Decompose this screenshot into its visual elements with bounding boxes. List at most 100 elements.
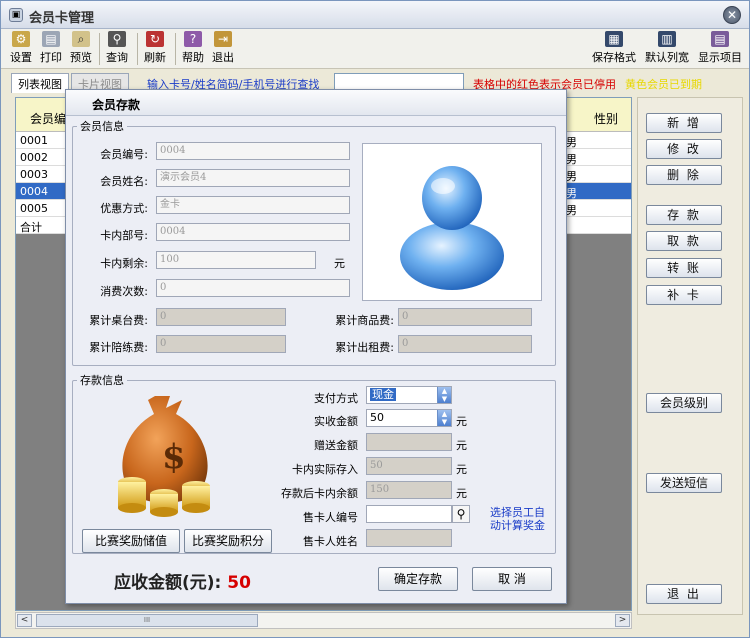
refresh-label: 刷新 — [144, 51, 166, 64]
search-icon[interactable]: ⚲ — [452, 505, 470, 523]
row-id: 0004 — [20, 185, 48, 198]
window-title: 会员卡管理 — [29, 11, 95, 26]
member-name-field: 演示会员4 — [156, 169, 350, 187]
seller-name-field — [366, 529, 452, 547]
balance-field: 100 — [156, 251, 316, 269]
table-fee-field: 0 — [156, 308, 286, 326]
scroll-left-arrow-icon[interactable]: < — [17, 614, 32, 627]
member-photo — [362, 143, 542, 301]
table-fee-label: 累计桌台费: — [89, 314, 148, 327]
total-due-value: 50 — [227, 573, 251, 593]
cancel-button[interactable]: 取 消 — [472, 567, 552, 591]
auto-bonus-hint: 选择员工自动计算奖金 — [490, 506, 545, 532]
column-sex[interactable]: 性别 — [594, 110, 618, 127]
reissue-card-button[interactable]: 补 卡 — [646, 285, 722, 305]
balance-after-field: 150 — [366, 481, 452, 499]
scroll-right-arrow-icon[interactable]: > — [615, 614, 630, 627]
edit-button[interactable]: 修 改 — [646, 139, 722, 159]
legend-expired-text: 黄色会员已到期 — [625, 78, 702, 91]
accompany-fee-field: 0 — [156, 335, 286, 353]
card-code-field: 0004 — [156, 223, 350, 241]
user-avatar-icon — [400, 166, 504, 290]
pay-method-select[interactable]: 现金 ▲ ▼ — [366, 386, 452, 404]
pay-method-value: 现金 — [370, 388, 396, 401]
actual-deposit-field: 50 — [366, 457, 452, 475]
received-amount-input[interactable]: 50 ▲ ▼ — [366, 409, 452, 427]
print-button[interactable]: ▤ 打印 — [37, 31, 65, 67]
settings-label: 设置 — [10, 51, 32, 64]
visits-label: 消费次数: — [100, 285, 148, 298]
dialog-title-bar: 会员存款 — [66, 90, 566, 116]
print-label: 打印 — [40, 51, 62, 64]
balance-after-unit: 元 — [456, 487, 467, 500]
total-due: 应收金额(元): 50 — [114, 568, 251, 593]
settings-button[interactable]: ⚙ 设置 — [7, 31, 35, 67]
accompany-fee-label: 累计陪练费: — [89, 341, 148, 354]
received-value: 50 — [370, 411, 384, 424]
exit-button[interactable]: ⇥ 退出 — [209, 31, 237, 67]
discount-field: 金卡 — [156, 196, 350, 214]
goods-fee-field: 0 — [398, 308, 532, 326]
tab-list-view[interactable]: 列表视图 — [11, 73, 69, 93]
exit-label: 退出 — [212, 51, 234, 64]
delete-button[interactable]: 删 除 — [646, 165, 722, 185]
add-button[interactable]: 新 增 — [646, 113, 722, 133]
member-level-button[interactable]: 会员级别 — [646, 393, 722, 413]
toolbar-separator — [175, 33, 176, 65]
send-sms-button[interactable]: 发送短信 — [646, 473, 722, 493]
save-format-button[interactable]: ▦ 保存格式 — [589, 31, 639, 67]
printer-icon: ▤ — [42, 31, 60, 47]
confirm-deposit-button[interactable]: 确定存款 — [378, 567, 458, 591]
columns-icon: ▤ — [711, 31, 729, 47]
pay-method-label: 支付方式 — [314, 392, 358, 405]
refresh-button[interactable]: ↻ 刷新 — [141, 31, 169, 67]
refresh-icon: ↻ — [146, 31, 164, 47]
gear-icon: ⚙ — [12, 31, 30, 47]
money-bag-icon: $ — [110, 390, 220, 520]
received-unit: 元 — [456, 415, 467, 428]
member-name-label: 会员姓名: — [100, 175, 148, 188]
show-items-button[interactable]: ▤ 显示项目 — [695, 31, 745, 67]
exit-panel-button[interactable]: 退 出 — [646, 584, 722, 604]
row-id: 0001 — [20, 134, 48, 147]
preview-button[interactable]: ⌕ 预览 — [67, 31, 95, 67]
transfer-button[interactable]: 转 账 — [646, 258, 722, 278]
rent-fee-field: 0 — [398, 335, 532, 353]
deposit-button[interactable]: 存 款 — [646, 205, 722, 225]
actual-deposit-unit: 元 — [456, 463, 467, 476]
default-width-label: 默认列宽 — [645, 51, 689, 64]
dialog-title: 会员存款 — [92, 98, 141, 112]
dropdown-arrows-icon[interactable]: ▲ ▼ — [437, 387, 451, 403]
gift-amount-field — [366, 433, 452, 451]
row-sex: 男 — [566, 204, 577, 217]
title-bar: ▣ 会员卡管理 ✕ — [1, 1, 749, 29]
row-sex: 男 — [566, 170, 577, 183]
card-icon: ▣ — [9, 8, 23, 22]
horizontal-scrollbar[interactable]: < III > — [15, 612, 632, 629]
reward-value-button[interactable]: 比赛奖励储值 — [82, 529, 180, 553]
help-book-icon: ? — [184, 31, 202, 47]
withdraw-button[interactable]: 取 款 — [646, 231, 722, 251]
discount-label: 优惠方式: — [100, 202, 148, 215]
stepper-arrows-icon[interactable]: ▲ ▼ — [437, 410, 451, 426]
close-button[interactable]: ✕ — [723, 6, 741, 24]
help-button[interactable]: ? 帮助 — [179, 31, 207, 67]
default-width-button[interactable]: ▥ 默认列宽 — [642, 31, 692, 67]
balance-label: 卡内剩余: — [100, 257, 148, 270]
balance-after-label: 存款后卡内余额 — [281, 487, 358, 500]
seller-name-label: 售卡人姓名 — [303, 535, 358, 548]
reward-points-button[interactable]: 比赛奖励积分 — [184, 529, 272, 553]
card-code-label: 卡内部号: — [100, 229, 148, 242]
exit-door-icon: ⇥ — [214, 31, 232, 47]
row-sex: 男 — [566, 187, 577, 200]
magnifier-icon: ⌕ — [72, 31, 90, 47]
seller-no-input[interactable] — [366, 505, 452, 523]
actual-deposit-label: 卡内实际存入 — [292, 463, 358, 476]
help-label: 帮助 — [182, 51, 204, 64]
column-member-id[interactable]: 会员编 — [30, 110, 66, 127]
show-items-label: 显示项目 — [698, 51, 742, 64]
query-button[interactable]: ⚲ 查询 — [103, 31, 131, 67]
row-id: 0002 — [20, 151, 48, 164]
scroll-thumb[interactable]: III — [36, 614, 258, 627]
row-id: 合计 — [20, 221, 42, 234]
